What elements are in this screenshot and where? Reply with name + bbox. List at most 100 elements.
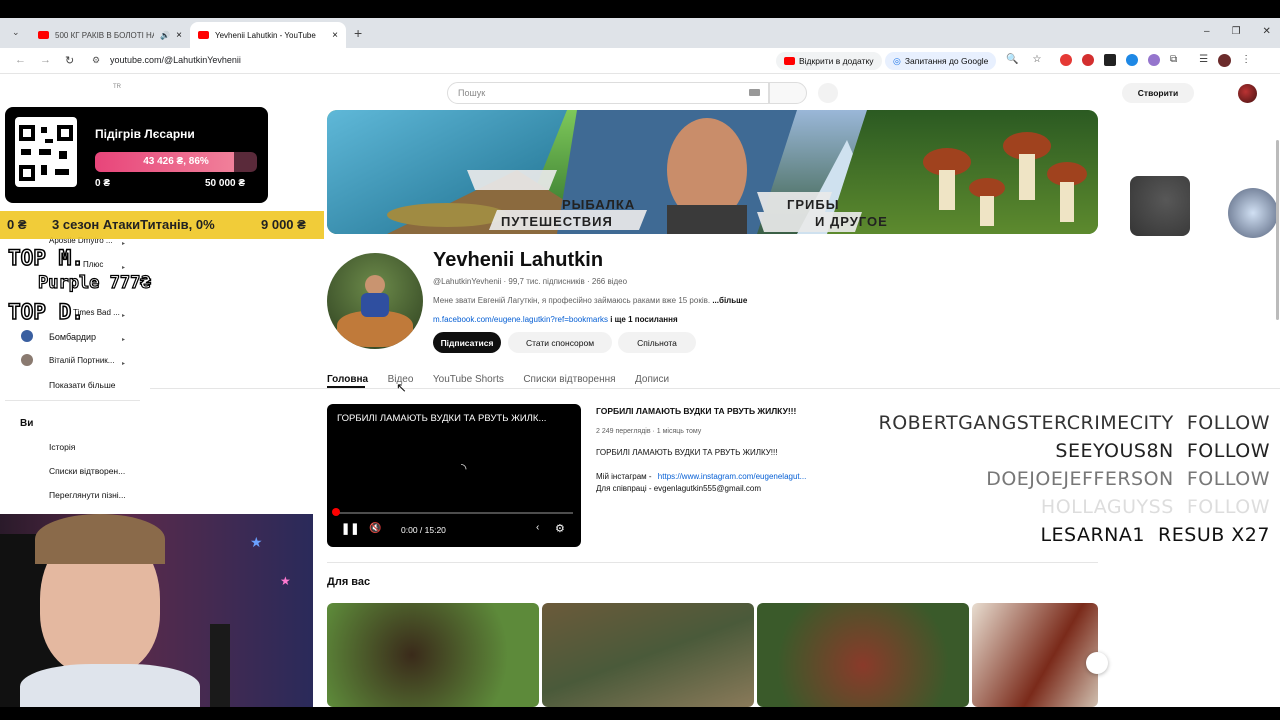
player-progress-track[interactable] <box>335 512 573 514</box>
player-title[interactable]: ГОРБИЛІ ЛАМАЮТЬ ВУДКИ ТА РВУТЬ ЖИЛК... <box>337 413 546 424</box>
subscribe-label: Підписатися <box>440 337 494 348</box>
featured-title[interactable]: ГОРБИЛІ ЛАМАЮТЬ ВУДКИ ТА РВУТЬ ЖИЛКУ!!! <box>596 406 796 416</box>
goal-title: 3 сезон АтакиТитанів, 0% <box>52 217 215 232</box>
pause-icon[interactable]: ❚❚ <box>341 522 359 535</box>
search-input[interactable]: Пошук <box>447 82 769 104</box>
extension-red-icon[interactable] <box>1082 54 1094 66</box>
screen-top-bar <box>0 0 1280 18</box>
browser-menu-icon[interactable]: ⋮ <box>1241 54 1251 67</box>
feed-row-3: DOEJOEJEFFERSON FOLLOW <box>986 468 1270 490</box>
featured-desc-3: Для співпраці - evgenlagutkin555@gmail.c… <box>596 484 761 493</box>
extension-blue-icon[interactable] <box>1126 54 1138 66</box>
mute-icon[interactable]: 🔇 <box>369 523 381 534</box>
sidebar-sub-5[interactable]: Віталій Портник... <box>49 356 114 365</box>
video-thumbnail-2[interactable] <box>542 603 754 707</box>
minimize-icon[interactable]: – <box>1204 26 1210 37</box>
donation-max: 50 000 ₴ <box>205 178 246 189</box>
window-close-icon[interactable]: ✕ <box>1263 26 1271 37</box>
subscribe-button[interactable]: Підписатися <box>433 332 501 353</box>
sidebar-sub-4[interactable]: Бомбардир <box>49 332 96 342</box>
feed-name-2: SEEYOUS8N <box>1055 440 1174 462</box>
sidebar-history[interactable]: Історія <box>49 442 75 452</box>
channel-description[interactable]: Мене звати Евгеній Лагуткін, я професійн… <box>433 296 747 305</box>
url-field[interactable]: youtube.com/@LahutkinYevhenii <box>110 55 241 65</box>
qr-code <box>15 117 77 187</box>
tab-list-chevron-icon[interactable]: ⌄ <box>12 27 20 38</box>
goal-bar: 0 ₴ 3 сезон АтакиТитанів, 0% 9 000 ₴ <box>0 211 324 239</box>
feed-row-4: HOLLAGUYSS FOLLOW <box>1041 496 1270 518</box>
new-tab-button[interactable]: + <box>354 25 362 41</box>
back-icon[interactable]: ← <box>15 54 26 67</box>
banner-art <box>327 110 1098 234</box>
qr-pattern <box>19 125 73 181</box>
avatar-face <box>365 275 385 295</box>
instagram-link[interactable]: https://www.instagram.com/eugenelagut... <box>658 472 807 481</box>
feed-name-4: HOLLAGUYSS <box>1040 496 1174 518</box>
goal-left: 0 ₴ <box>7 217 27 232</box>
extension-dark-icon[interactable] <box>1104 54 1116 66</box>
sidebar-sub-2[interactable]: Плюс <box>83 260 103 269</box>
community-button[interactable]: Спільнота <box>618 332 696 353</box>
chapters-chevron-icon[interactable]: ‹ <box>536 522 539 533</box>
feed-action-4: FOLLOW <box>1186 496 1270 518</box>
sidebar-show-more[interactable]: Показати більше <box>49 380 116 390</box>
zoom-icon[interactable]: 🔍 <box>1006 54 1018 65</box>
create-button[interactable]: Створити <box>1122 83 1194 103</box>
tab-close-icon[interactable]: × <box>176 30 182 41</box>
reading-list-icon[interactable]: ☰ <box>1199 54 1208 67</box>
instagram-label: Мій інстаграм - <box>596 472 652 481</box>
browser-tab-2[interactable]: Yevhenii Lahutkin - YouTube × <box>190 22 346 48</box>
video-thumbnail-3[interactable] <box>757 603 969 707</box>
sidebar-you-heading[interactable]: Ви <box>20 418 33 429</box>
star-light-icon: ★ <box>250 534 263 550</box>
player-scrubber[interactable] <box>332 508 340 516</box>
sponsor-button[interactable]: Стати спонсором <box>508 332 612 353</box>
tab-shorts[interactable]: YouTube Shorts <box>433 374 504 385</box>
sidebar-watch-later[interactable]: Переглянути пізні... <box>49 490 126 500</box>
extension-adblock-icon[interactable] <box>1060 54 1072 66</box>
reload-icon[interactable]: ↻ <box>65 54 74 67</box>
channel-more-links[interactable]: і ще 1 посилання <box>610 315 677 324</box>
sidebar-playlists[interactable]: Списки відтворен... <box>49 466 125 476</box>
video-thumbnail-4[interactable] <box>972 603 1098 707</box>
tab-close-icon[interactable]: × <box>332 30 338 41</box>
extension-purple-icon[interactable] <box>1148 54 1160 66</box>
restore-icon[interactable]: ❐ <box>1232 26 1241 37</box>
profile-avatar-icon[interactable] <box>1218 54 1232 67</box>
browser-tab-1[interactable]: 500 КГ РАКІВ В БОЛОТІ НА 🔊 × <box>30 22 190 48</box>
feed-action-1: FOLLOW <box>1186 412 1270 434</box>
voice-search-button[interactable] <box>818 83 838 103</box>
speaker-icon[interactable]: 🔊 <box>160 31 170 40</box>
window-controls: – ❐ ✕ <box>1204 26 1271 37</box>
featured-video-player[interactable]: ГОРБИЛІ ЛАМАЮТЬ ВУДКИ ТА РВУТЬ ЖИЛК... ◝… <box>327 404 581 547</box>
donation-title: Підігрів Лєсарни <box>95 127 195 141</box>
feed-name-1: ROBERTGANGSTERCRIMECITY <box>878 412 1174 434</box>
channel-avatar[interactable] <box>327 253 423 349</box>
bookmark-star-icon[interactable]: ☆ <box>1032 54 1041 65</box>
channel-links: m.facebook.com/eugene.lagutkin?ref=bookm… <box>433 315 678 324</box>
tab-home[interactable]: Головна <box>327 374 368 385</box>
keyboard-icon[interactable] <box>749 89 760 96</box>
youtube-app-icon <box>784 57 795 65</box>
feed-name-5: LESARNA1 <box>1040 524 1145 546</box>
tab-playlists[interactable]: Списки відтворення <box>523 374 615 385</box>
ask-google-button[interactable]: ◎ Запитання до Google <box>885 52 997 70</box>
channel-link[interactable]: m.facebook.com/eugene.lagutkin?ref=bookm… <box>433 315 608 324</box>
tab-posts[interactable]: Дописи <box>635 374 669 385</box>
live-dot-5: ▸ <box>122 361 126 367</box>
carousel-next-button[interactable] <box>1086 652 1108 674</box>
account-avatar[interactable] <box>1238 84 1257 103</box>
forward-icon[interactable]: → <box>40 54 51 67</box>
settings-gear-icon[interactable]: ⚙ <box>555 522 565 535</box>
ask-google-label: Запитання до Google <box>904 56 989 66</box>
site-info-icon[interactable]: ⚙ <box>92 55 100 66</box>
video-thumbnail-1[interactable] <box>327 603 539 707</box>
floating-robot-decoration <box>1228 188 1278 238</box>
browser-tab-1-title: 500 КГ РАКІВ В БОЛОТІ НА <box>55 30 155 40</box>
search-button[interactable] <box>769 82 807 104</box>
top-day-label: TOP D. <box>7 299 84 325</box>
extensions-puzzle-icon[interactable]: ⧉ <box>1170 54 1177 67</box>
open-in-app-button[interactable]: Відкрити в додатку <box>776 52 882 70</box>
description-more[interactable]: ...більше <box>712 296 747 305</box>
page-scrollbar[interactable] <box>1276 140 1279 320</box>
